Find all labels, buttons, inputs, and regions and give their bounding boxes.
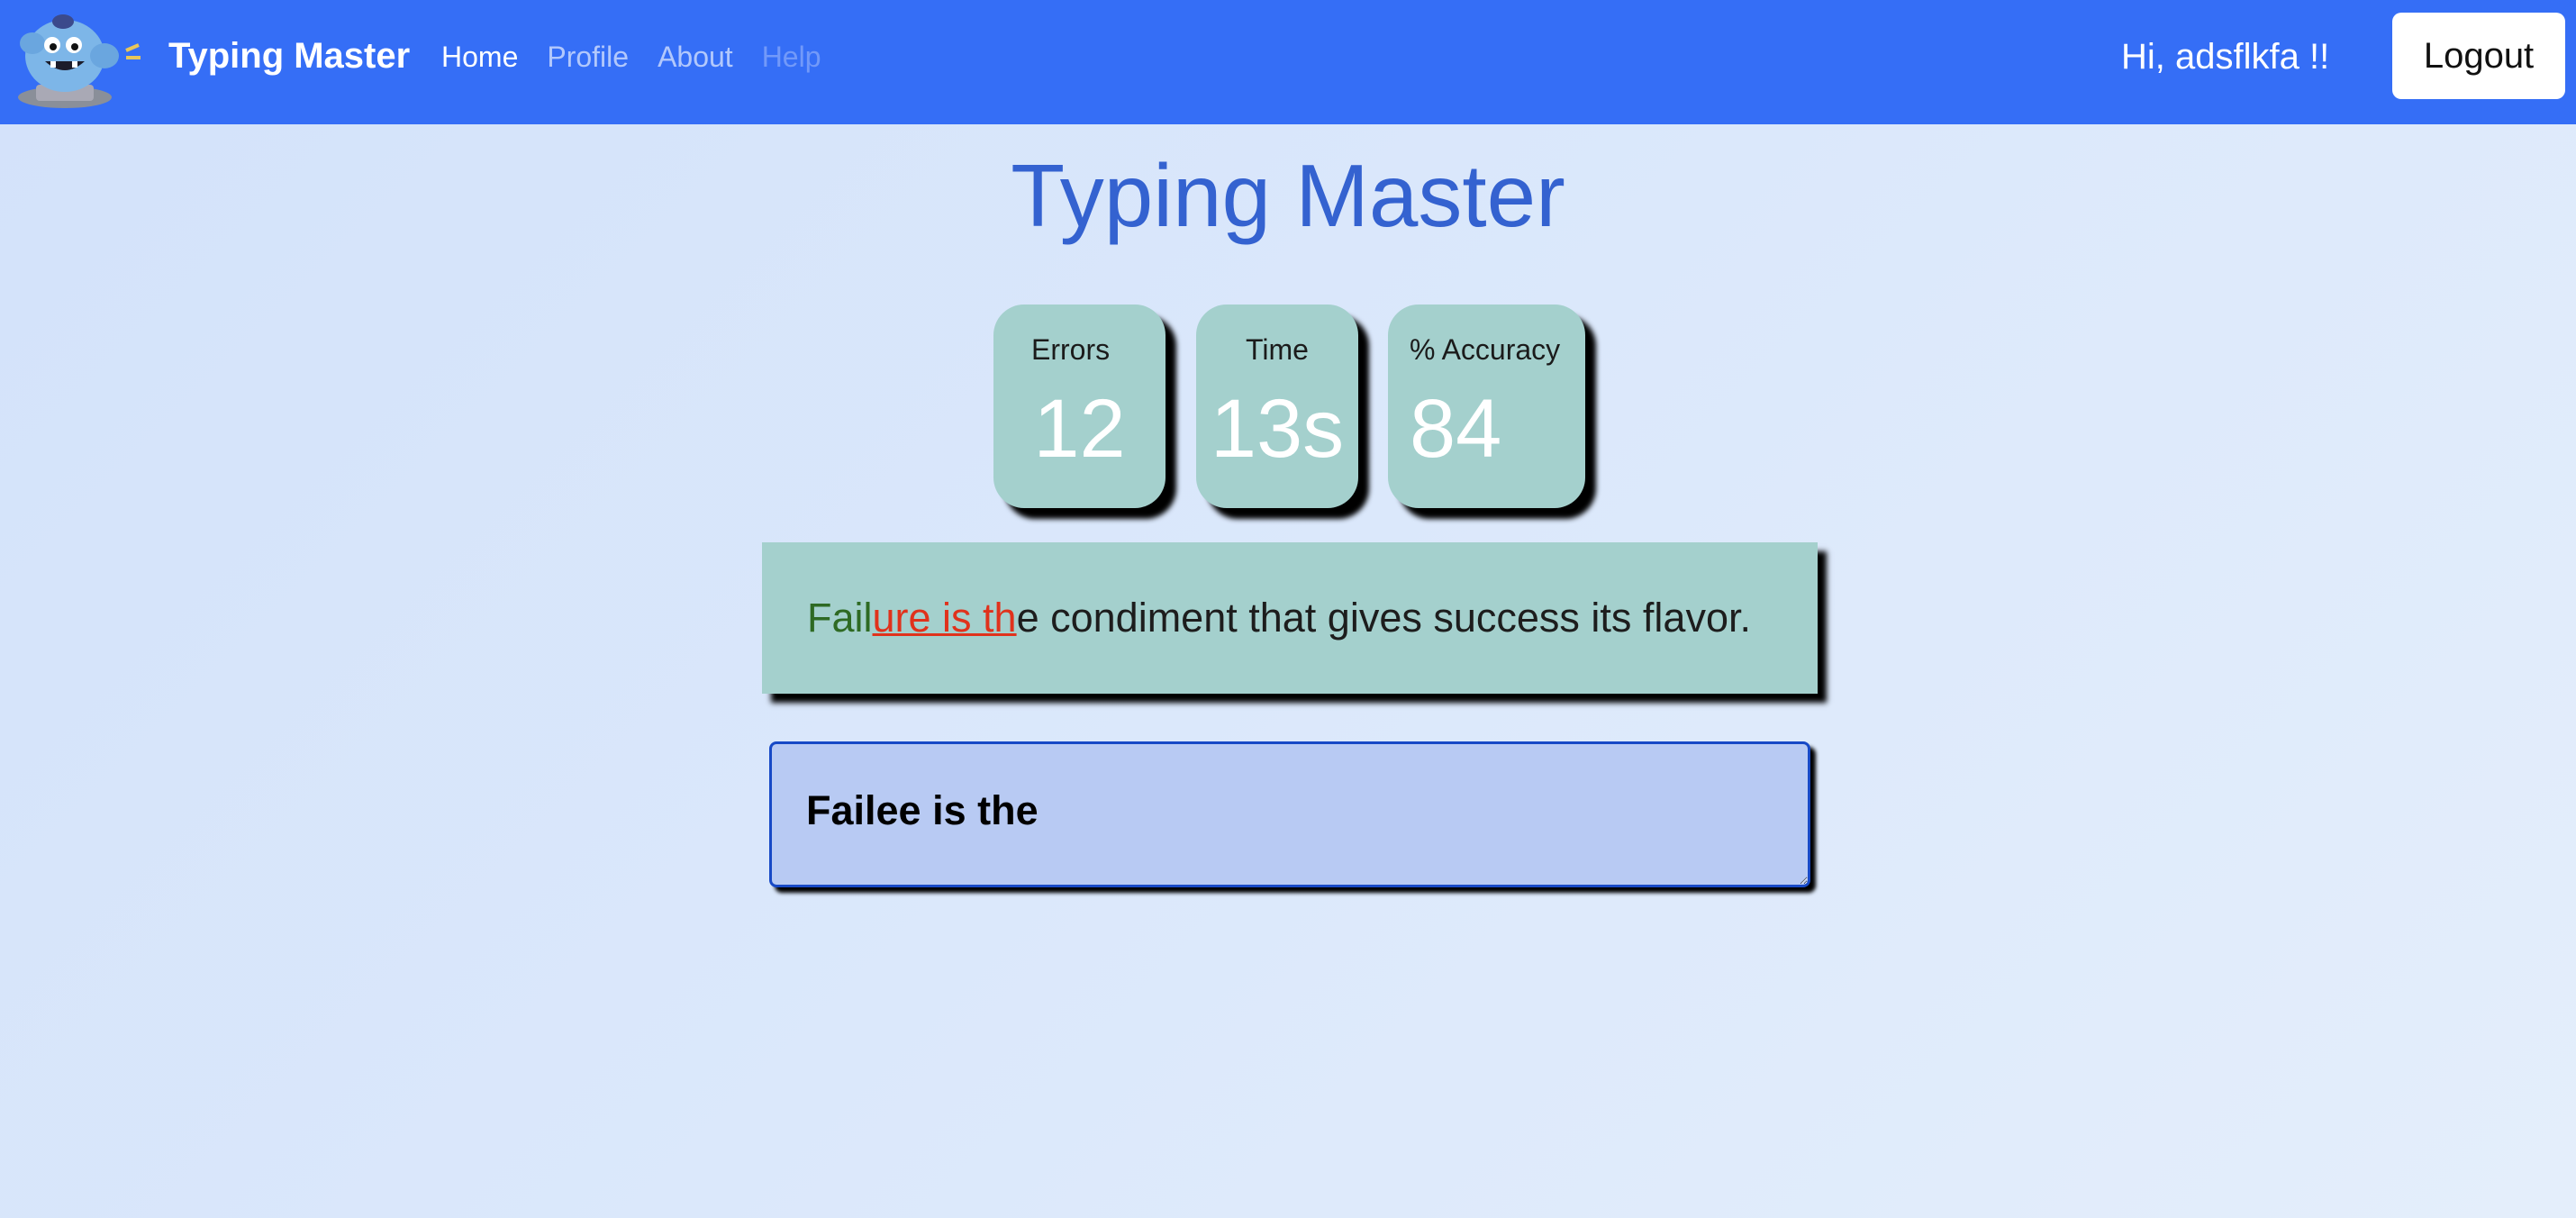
typing-input[interactable]: Failee is the: [769, 741, 1810, 887]
quote-error-segment: ure is th: [872, 595, 1017, 641]
time-card: Time 13s: [1196, 304, 1358, 508]
nav-help: Help: [761, 41, 821, 73]
time-value: 13s: [1210, 383, 1345, 475]
errors-value: 12: [1033, 383, 1126, 475]
user-greeting: Hi, adsflkfa !!: [2121, 37, 2330, 77]
page-title: Typing Master: [1011, 146, 1565, 245]
errors-label: Errors: [1031, 333, 1111, 366]
accuracy-card: % Accuracy 84: [1388, 304, 1585, 508]
accuracy-label: % Accuracy: [1410, 333, 1561, 366]
quote-remaining-segment: e condiment that gives success its flavo…: [1016, 595, 1751, 641]
nav-home[interactable]: Home: [441, 36, 518, 77]
mascot-monster-icon[interactable]: [11, 9, 144, 115]
errors-card: Errors 12: [993, 304, 1166, 508]
nav-profile[interactable]: Profile: [547, 36, 629, 77]
time-label: Time: [1246, 333, 1309, 366]
quote-text: Fail ure is th e condiment that gives succ…: [762, 542, 1818, 694]
quote-correct-segment: Fail: [807, 595, 873, 641]
logout-button[interactable]: Logout: [2392, 13, 2565, 99]
nav-links: Home Profile About Help: [441, 36, 821, 77]
nav-about[interactable]: About: [658, 36, 733, 77]
accuracy-value: 84: [1410, 383, 1502, 475]
brand-link[interactable]: Typing Master: [168, 31, 410, 81]
navbar: Typing Master Home Profile About Help Hi…: [0, 0, 2576, 124]
